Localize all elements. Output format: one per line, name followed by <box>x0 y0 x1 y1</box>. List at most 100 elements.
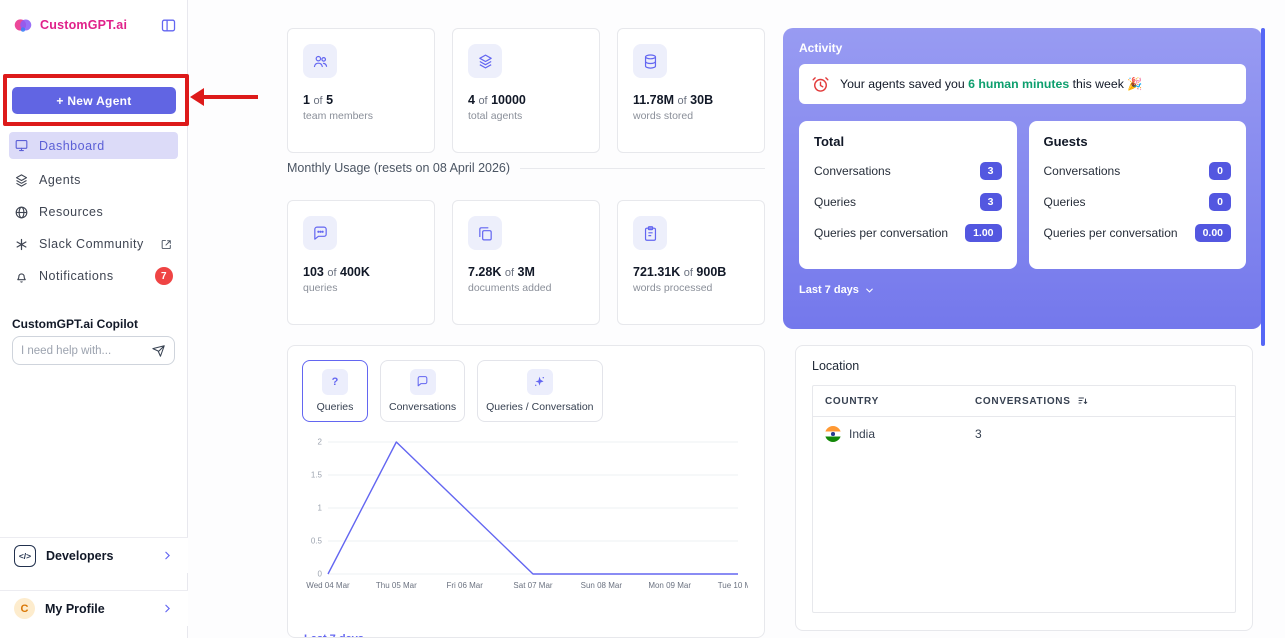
chart-tabs: ? Queries Conversations Queries / Conver… <box>302 360 750 422</box>
stat-value: 4 of 10000 <box>468 93 584 107</box>
svg-text:Mon 09 Mar: Mon 09 Mar <box>648 581 691 590</box>
usage-card-documents: 7.28K of 3M documents added <box>452 200 600 325</box>
activity-row: Queries per conversation 1.00 <box>814 224 1002 242</box>
globe-icon <box>14 205 29 220</box>
chevron-down-icon <box>864 285 875 296</box>
saved-minutes: 6 human minutes <box>968 77 1073 91</box>
scrollbar-thumb[interactable] <box>1261 28 1265 346</box>
activity-card-guests: Guests Conversations 0 Queries 0 Queries… <box>1029 121 1247 269</box>
code-icon: </> <box>14 545 36 567</box>
chevron-right-icon <box>161 549 174 562</box>
dashboard-icon <box>14 138 29 153</box>
stack-icon <box>468 44 502 78</box>
svg-text:2: 2 <box>318 438 323 447</box>
svg-text:Wed 04 Mar: Wed 04 Mar <box>306 581 350 590</box>
developers-label: Developers <box>46 549 113 563</box>
copilot-input[interactable] <box>21 345 152 357</box>
stat-caption: words stored <box>633 110 749 122</box>
chart-range-selector[interactable]: Last 7 days <box>304 633 379 638</box>
activity-cards: Total Conversations 3 Queries 3 Queries … <box>799 121 1246 269</box>
svg-text:Sun 08 Mar: Sun 08 Mar <box>581 581 623 590</box>
value-badge: 0.00 <box>1195 224 1231 242</box>
stat-card-total-agents: 4 of 10000 total agents <box>452 28 600 153</box>
sidebar-item-label: Agents <box>39 173 81 187</box>
copilot-input-box <box>12 336 175 365</box>
stat-value: 7.28K of 3M <box>468 265 584 279</box>
stat-caption: documents added <box>468 282 584 294</box>
usage-card-words-processed: 721.31K of 900B words processed <box>617 200 765 325</box>
developers-row[interactable]: </> Developers <box>0 537 188 573</box>
profile-avatar: C <box>14 598 35 619</box>
sidebar-item-dashboard[interactable]: Dashboard <box>9 132 178 159</box>
chevron-right-icon <box>161 602 174 615</box>
my-profile-row[interactable]: C My Profile <box>0 590 188 626</box>
stat-value: 11.78M of 30B <box>633 93 749 107</box>
chat-bubble-icon <box>303 216 337 250</box>
activity-row: Queries 0 <box>1044 193 1232 211</box>
activity-row: Queries per conversation 0.00 <box>1044 224 1232 242</box>
tab-queries[interactable]: ? Queries <box>302 360 368 422</box>
annotation-arrow <box>190 88 204 106</box>
activity-range-selector[interactable]: Last 7 days <box>799 284 1246 296</box>
layers-icon <box>14 173 29 188</box>
sidebar-item-label: Slack Community <box>39 237 144 251</box>
stat-value: 721.31K of 900B <box>633 265 749 279</box>
india-flag-icon <box>825 426 841 442</box>
sidebar-item-label: Dashboard <box>39 139 105 153</box>
column-country: COUNTRY <box>825 396 975 407</box>
slack-community-icon <box>14 237 29 252</box>
activity-banner-text: Your agents saved you 6 human minutes th… <box>840 77 1143 92</box>
table-row: India 3 <box>813 417 1235 450</box>
svg-text:0.5: 0.5 <box>311 537 323 546</box>
external-link-icon <box>160 238 173 251</box>
sidebar-item-resources[interactable]: Resources <box>0 196 187 228</box>
sparkle-icon <box>527 369 553 395</box>
location-title: Location <box>812 359 1236 373</box>
divider <box>520 168 765 169</box>
activity-row: Conversations 3 <box>814 162 1002 180</box>
stat-card-team-members: 1 of 5 team members <box>287 28 435 153</box>
sort-icon[interactable] <box>1077 395 1089 407</box>
tab-queries-per-conversation[interactable]: Queries / Conversation <box>477 360 602 422</box>
svg-text:Thu 05 Mar: Thu 05 Mar <box>376 581 417 590</box>
svg-text:0: 0 <box>318 570 323 579</box>
brain-logo-icon <box>12 14 34 36</box>
location-table-header: COUNTRY CONVERSATIONS <box>813 386 1235 417</box>
activity-card-total: Total Conversations 3 Queries 3 Queries … <box>799 121 1017 269</box>
value-badge: 0 <box>1209 162 1231 180</box>
question-icon: ? <box>322 369 348 395</box>
column-conversations: CONVERSATIONS <box>975 395 1223 407</box>
stat-caption: queries <box>303 282 419 294</box>
value-badge: 1.00 <box>965 224 1001 242</box>
stat-card-words-stored: 11.78M of 30B words stored <box>617 28 765 153</box>
location-table: COUNTRY CONVERSATIONS India 3 <box>812 385 1236 613</box>
notification-count-badge: 7 <box>155 267 173 285</box>
tab-conversations[interactable]: Conversations <box>380 360 465 422</box>
value-badge: 3 <box>980 162 1002 180</box>
conversations-value: 3 <box>975 427 1223 441</box>
sidebar-item-notifications[interactable]: Notifications 7 <box>0 260 187 292</box>
usage-card-queries: 103 of 400K queries <box>287 200 435 325</box>
sidebar-item-slack-community[interactable]: Slack Community <box>0 228 187 260</box>
svg-text:1.5: 1.5 <box>311 471 323 480</box>
usage-chart: 0 0.5 1 1.5 2 Wed 04 Mar Thu 05 Mar Fri 06 Mar S… <box>302 434 748 594</box>
database-icon <box>633 44 667 78</box>
send-icon[interactable] <box>152 344 166 358</box>
svg-text:Sat 07 Mar: Sat 07 Mar <box>513 581 552 590</box>
sidebar-item-agents[interactable]: Agents <box>0 164 187 196</box>
svg-text:Fri 06 Mar: Fri 06 Mar <box>446 581 483 590</box>
panel-toggle-icon[interactable] <box>160 17 177 34</box>
svg-text:1: 1 <box>318 504 323 513</box>
chart-area: 0 0.5 1 1.5 2 Wed 04 Mar Thu 05 Mar Fri 06 Mar S… <box>302 434 750 599</box>
activity-banner: Your agents saved you 6 human minutes th… <box>799 64 1246 104</box>
app-logo-text: CustomGPT.ai <box>40 18 127 32</box>
team-icon <box>303 44 337 78</box>
monthly-usage-title: Monthly Usage (resets on 08 April 2026) <box>287 161 510 175</box>
new-agent-button[interactable]: + New Agent <box>12 87 176 114</box>
stat-value: 1 of 5 <box>303 93 419 107</box>
usage-chart-card: ? Queries Conversations Queries / Conver… <box>287 345 765 638</box>
stat-caption: total agents <box>468 110 584 122</box>
dashboard-page: CustomGPT.ai + New Agent Dashboard Agent… <box>0 0 1285 638</box>
monthly-usage-header: Monthly Usage (resets on 08 April 2026) <box>287 161 765 175</box>
stat-caption: team members <box>303 110 419 122</box>
